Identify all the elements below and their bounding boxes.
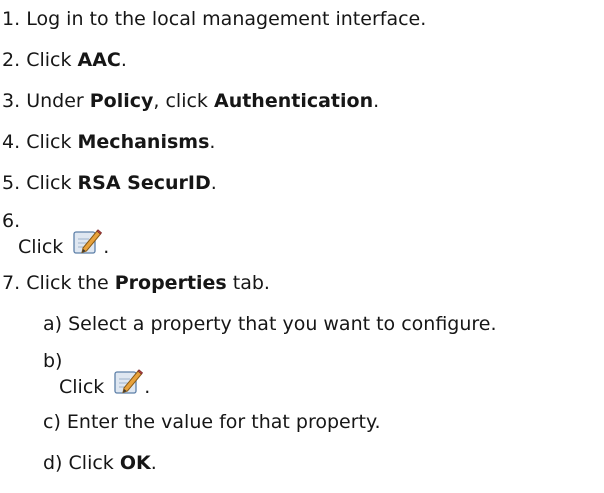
step-text: Log in to the local management interface… (26, 8, 427, 30)
punctuation: . (210, 172, 217, 194)
substep-d: d) Click OK. (43, 451, 157, 475)
step-text: Under (26, 90, 90, 112)
step-text: Click (59, 376, 105, 398)
step-number: 3. (2, 90, 21, 112)
ui-label-policy: Policy (89, 90, 154, 112)
punctuation: . (209, 131, 216, 153)
substep-b: b) Click . (43, 350, 150, 400)
edit-icon (114, 369, 144, 394)
ui-label-authentication: Authentication (213, 90, 374, 112)
step-text: , click (153, 90, 214, 112)
step-number: 1. (2, 8, 21, 30)
step-text: Select a property that you want to confi… (68, 313, 497, 335)
substep-letter: a) (43, 313, 63, 335)
punctuation: . (373, 90, 380, 112)
step-6: 6. Click . (2, 210, 109, 260)
substep-letter: c) (43, 411, 61, 433)
punctuation: . (150, 452, 157, 474)
step-text: Click the (26, 272, 115, 294)
edit-icon (73, 229, 103, 254)
substep-letter: d) (43, 452, 63, 474)
ui-label-mechanisms: Mechanisms (77, 131, 210, 153)
step-text: Click (26, 49, 78, 71)
step-4: 4. Click Mechanisms. (2, 130, 215, 154)
step-text: Enter the value for that property. (66, 411, 381, 433)
step-text: tab. (226, 272, 270, 294)
punctuation: . (103, 236, 110, 258)
step-text: Click (26, 172, 78, 194)
step-1: 1. Log in to the local management interf… (2, 7, 426, 31)
step-number: 7. (2, 272, 21, 294)
substep-c: c) Enter the value for that property. (43, 410, 381, 434)
instruction-list: 1. Log in to the local management interf… (0, 0, 604, 493)
ui-label-properties: Properties (114, 272, 227, 294)
ui-label-ok: OK (119, 452, 151, 474)
step-number: 5. (2, 172, 21, 194)
step-text: Click (18, 236, 64, 258)
step-7: 7. Click the Properties tab. (2, 271, 270, 295)
substep-a: a) Select a property that you want to co… (43, 312, 497, 336)
punctuation: . (120, 49, 127, 71)
step-2: 2. Click AAC. (2, 48, 127, 72)
punctuation: . (144, 376, 151, 398)
step-text: Click (68, 452, 120, 474)
step-5: 5. Click RSA SecurID. (2, 171, 217, 195)
step-number: 4. (2, 131, 21, 153)
ui-label-aac: AAC (77, 49, 121, 71)
ui-label-rsa-securid: RSA SecurID (77, 172, 211, 194)
step-3: 3. Under Policy, click Authentication. (2, 89, 379, 113)
step-text: Click (26, 131, 78, 153)
step-number: 2. (2, 49, 21, 71)
